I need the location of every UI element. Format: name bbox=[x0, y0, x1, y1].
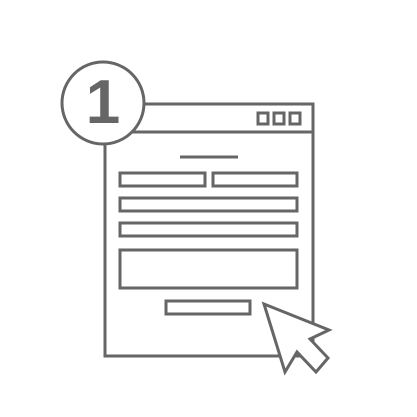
step-number-badge bbox=[60, 60, 146, 146]
form-submit-button bbox=[164, 299, 252, 316]
window-control-minimize-icon bbox=[256, 111, 270, 126]
form-field-phone bbox=[118, 221, 299, 238]
window-control-maximize-icon bbox=[272, 111, 286, 126]
step-illustration: 1 bbox=[0, 0, 417, 417]
form-field-first-name bbox=[118, 171, 207, 188]
window-control-close-icon bbox=[288, 111, 302, 126]
form-icon bbox=[118, 155, 299, 316]
mouse-pointer-icon bbox=[261, 301, 333, 376]
form-field-message bbox=[118, 248, 299, 290]
browser-form-illustration bbox=[60, 60, 333, 376]
form-field-email bbox=[118, 196, 299, 213]
form-field-last-name bbox=[211, 171, 299, 188]
